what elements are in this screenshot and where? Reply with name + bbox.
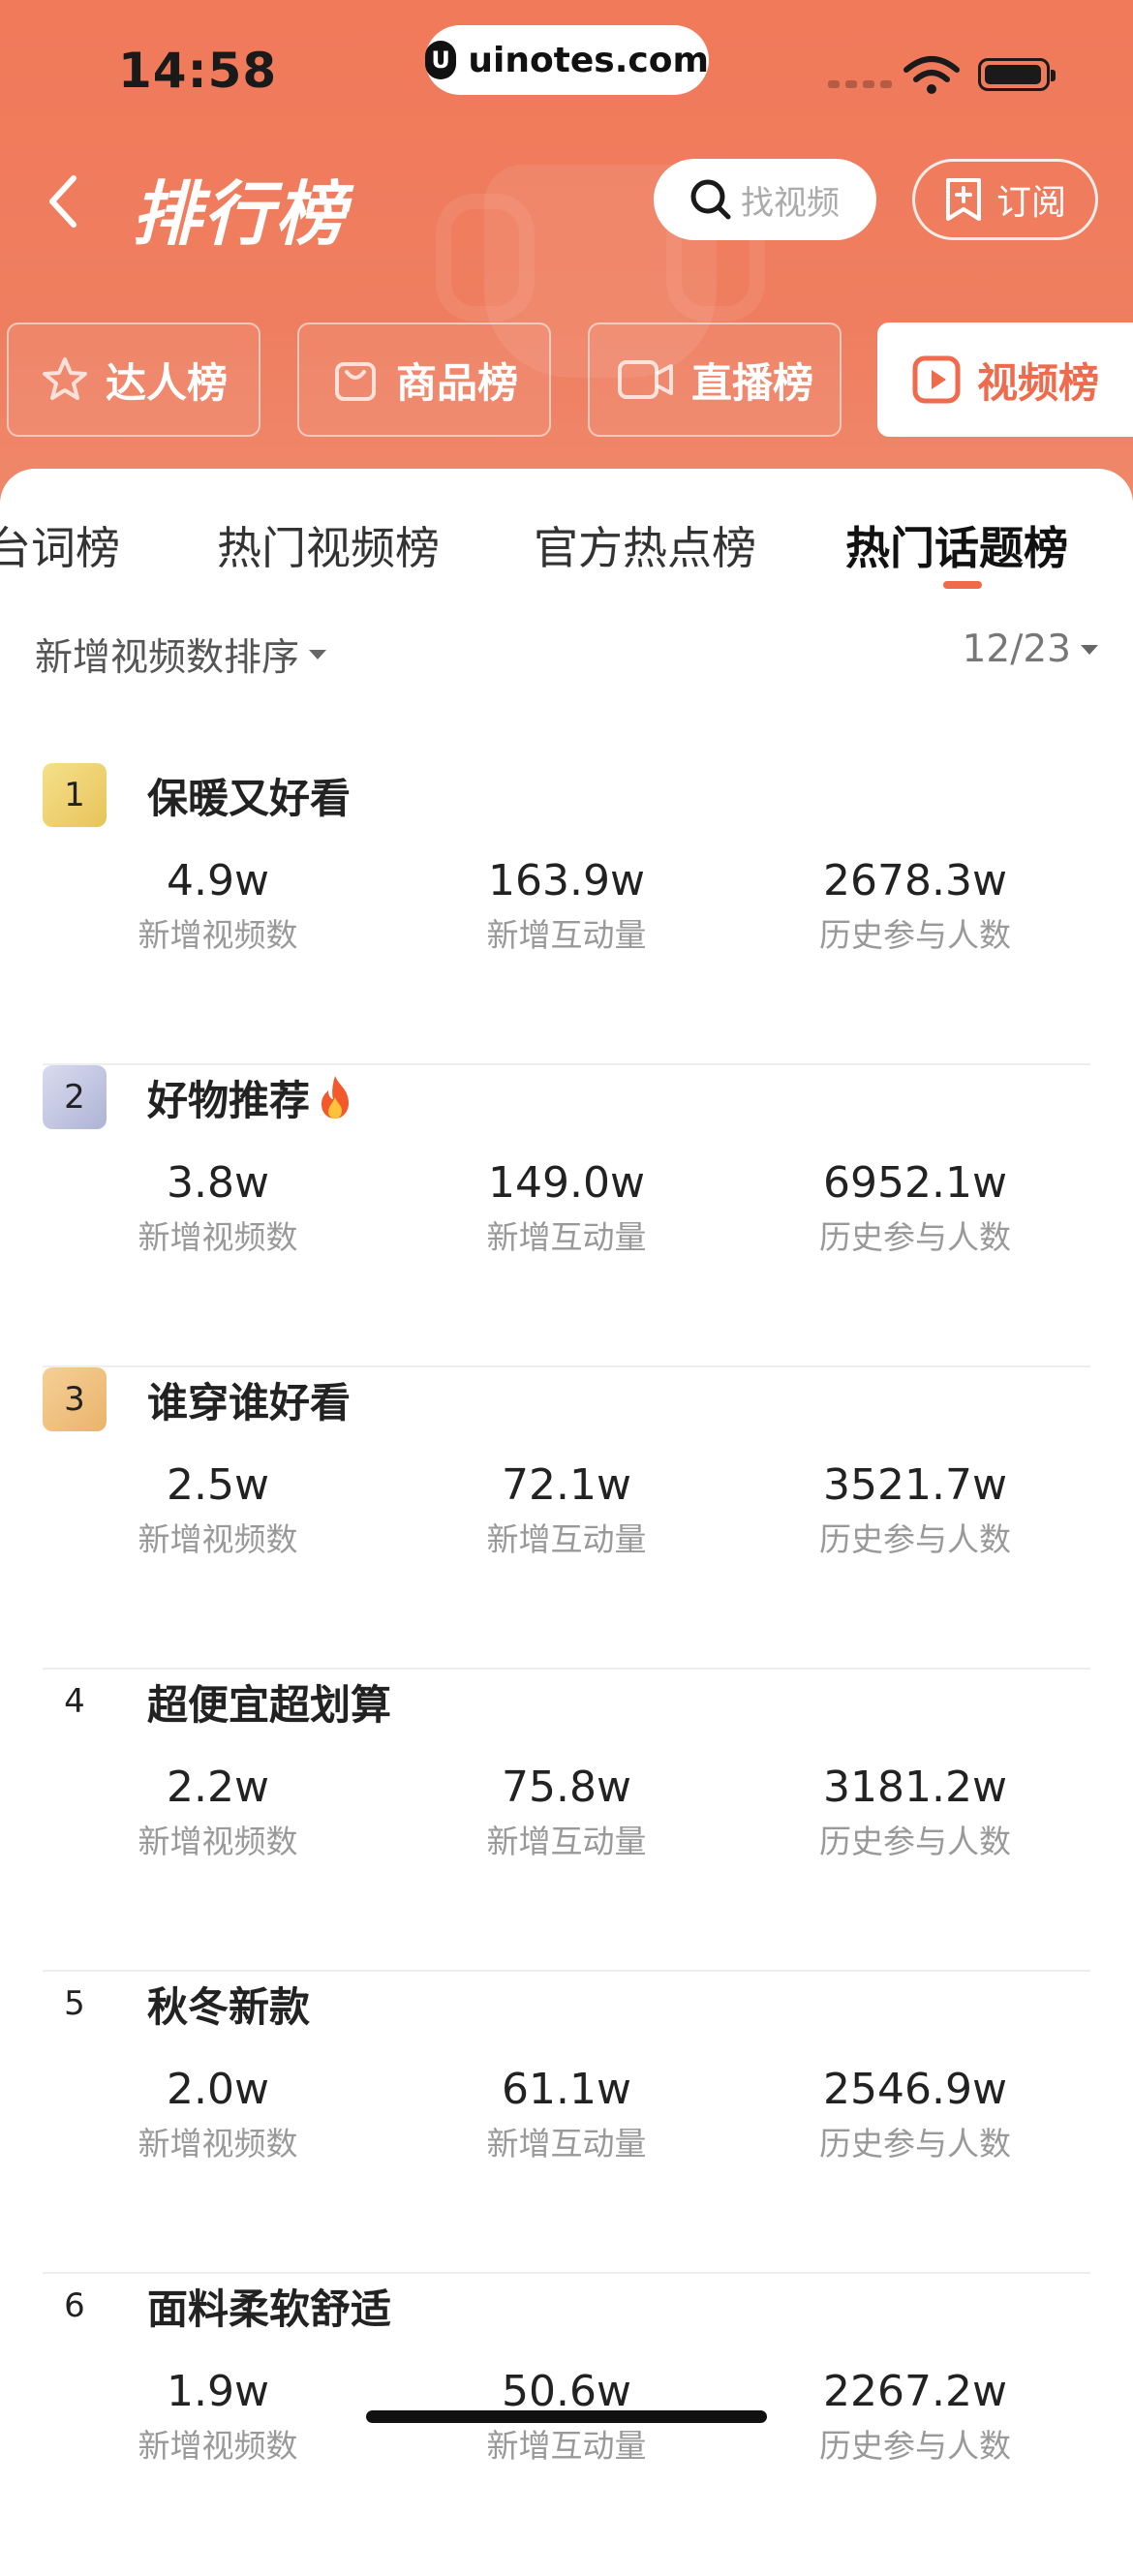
site-logo-icon: U bbox=[425, 41, 457, 79]
stat-new-interactions: 61.1w 新增互动量 bbox=[486, 2065, 647, 2162]
bookmark-add-icon bbox=[945, 178, 981, 221]
stat-new-interactions: 149.0w 新增互动量 bbox=[486, 1158, 647, 1256]
rank-number: 4 bbox=[64, 1682, 85, 1721]
page-title: 排行榜 bbox=[132, 173, 348, 255]
tab-product-rank[interactable]: 商品榜 bbox=[297, 322, 551, 437]
shopping-bag-icon bbox=[334, 362, 376, 401]
stat-new-videos: 2.5w 新增视频数 bbox=[138, 1460, 298, 1558]
topic-row[interactable]: 1 保暖又好看 4.9w 新增视频数 163.9w 新增互动量 2678.3w 历史参… bbox=[0, 763, 1133, 1065]
stat-new-videos: 2.0w 新增视频数 bbox=[138, 2065, 298, 2162]
tab-live-rank[interactable]: 直播榜 bbox=[588, 322, 842, 437]
stat-new-interactions: 163.9w 新增互动量 bbox=[486, 856, 647, 954]
rank-badge-silver: 2 bbox=[43, 1065, 107, 1129]
date-label: 12/23 bbox=[962, 628, 1071, 671]
site-name: uinotes.com bbox=[468, 40, 709, 80]
subscribe-label: 订阅 bbox=[995, 183, 1066, 223]
search-button[interactable]: 找视频 bbox=[654, 159, 876, 240]
active-subtab-indicator bbox=[943, 581, 982, 589]
video-camera-icon bbox=[617, 360, 673, 399]
stat-new-videos: 4.9w 新增视频数 bbox=[138, 856, 298, 954]
caret-down-icon bbox=[309, 650, 327, 659]
topic-row[interactable]: 2 好物推荐 3.8w 新增视频数 149.0w 新增互动量 6952.1w 历史参与… bbox=[0, 1065, 1133, 1367]
search-icon bbox=[690, 179, 731, 220]
stat-new-videos: 3.8w 新增视频数 bbox=[138, 1158, 298, 1256]
subtab-hot-videos[interactable]: 热门视频榜 bbox=[217, 513, 440, 577]
cellular-signal-icon bbox=[828, 80, 892, 88]
stat-new-interactions: 75.8w 新增互动量 bbox=[486, 1763, 647, 1860]
stat-participants: 2546.9w 历史参与人数 bbox=[819, 2065, 1011, 2162]
subtab-lines[interactable]: 台词榜 bbox=[0, 513, 120, 577]
tab-video-rank[interactable]: 视频榜 bbox=[877, 322, 1133, 437]
tab-label: 商品榜 bbox=[395, 358, 518, 407]
tab-label: 视频榜 bbox=[976, 358, 1099, 407]
topic-row[interactable]: 6 面料柔软舒适 1.9w 新增视频数 50.6w 新增互动量 2267.2w 历史参… bbox=[0, 2274, 1133, 2576]
topic-name: 好物推荐 bbox=[147, 1065, 354, 1129]
status-time: 14:58 bbox=[118, 43, 278, 99]
topic-row[interactable]: 4 超便宜超划算 2.2w 新增视频数 75.8w 新增互动量 3181.2w 历史参… bbox=[0, 1670, 1133, 1972]
tab-influencer-rank[interactable]: 达人榜 bbox=[7, 322, 260, 437]
topic-name: 超便宜超划算 bbox=[147, 1680, 392, 1729]
subtab-hot-topics[interactable]: 热门话题榜 bbox=[845, 513, 1068, 577]
rank-badge-gold: 1 bbox=[43, 763, 107, 827]
rank-badge-bronze: 3 bbox=[43, 1367, 107, 1431]
stat-participants: 3181.2w 历史参与人数 bbox=[819, 1763, 1011, 1860]
stat-participants: 2678.3w 历史参与人数 bbox=[819, 856, 1011, 954]
fire-icon bbox=[322, 1076, 350, 1119]
subtab-official-hotspots[interactable]: 官方热点榜 bbox=[534, 513, 756, 577]
topic-name: 秋冬新款 bbox=[147, 1982, 311, 2031]
subscribe-button[interactable]: 订阅 bbox=[912, 159, 1098, 240]
stat-participants: 6952.1w 历史参与人数 bbox=[819, 1158, 1011, 1256]
play-icon bbox=[912, 355, 961, 404]
topic-row[interactable]: 5 秋冬新款 2.0w 新增视频数 61.1w 新增互动量 2546.9w 历史参与人… bbox=[0, 1972, 1133, 2274]
tab-label: 达人榜 bbox=[105, 358, 228, 407]
date-dropdown[interactable]: 12/23 bbox=[963, 628, 1098, 671]
battery-icon bbox=[978, 58, 1056, 91]
caret-down-icon bbox=[1081, 644, 1098, 655]
sort-dropdown[interactable]: 新增视频数排序 bbox=[35, 628, 327, 682]
topic-name: 面料柔软舒适 bbox=[147, 2285, 392, 2333]
tab-label: 直播榜 bbox=[690, 358, 813, 407]
stat-participants: 3521.7w 历史参与人数 bbox=[819, 1460, 1011, 1558]
back-arrow-icon[interactable] bbox=[45, 172, 83, 230]
sort-label: 新增视频数排序 bbox=[35, 636, 300, 680]
topic-name: 谁穿谁好看 bbox=[147, 1378, 352, 1426]
rank-number: 5 bbox=[64, 1984, 85, 2023]
star-icon bbox=[42, 357, 87, 400]
topic-name: 保暖又好看 bbox=[147, 774, 352, 822]
stat-new-videos: 2.2w 新增视频数 bbox=[138, 1763, 298, 1860]
rank-number: 6 bbox=[64, 2286, 85, 2325]
subtab-bar: 台词榜 热门视频榜 官方热点榜 热门话题榜 bbox=[0, 513, 1133, 581]
site-pill: U uinotes.com bbox=[425, 25, 709, 95]
topic-row[interactable]: 3 谁穿谁好看 2.5w 新增视频数 72.1w 新增互动量 3521.7w 历史参与… bbox=[0, 1367, 1133, 1670]
stat-new-interactions: 72.1w 新增互动量 bbox=[486, 1460, 647, 1558]
search-placeholder: 找视频 bbox=[741, 183, 840, 223]
home-indicator[interactable] bbox=[366, 2410, 767, 2423]
wifi-icon bbox=[903, 56, 960, 94]
